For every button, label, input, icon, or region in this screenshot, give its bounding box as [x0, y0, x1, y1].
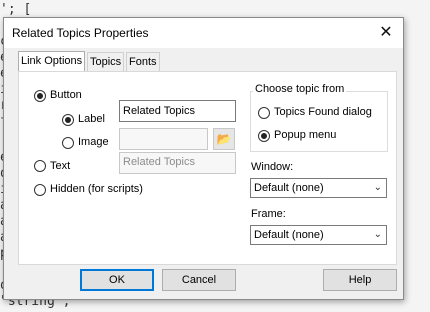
chevron-down-icon: ⌄: [373, 229, 382, 240]
frame-select-value: Default (none): [254, 229, 324, 241]
text-value-input[interactable]: Related Topics: [119, 152, 236, 174]
image-radio-label: Image: [78, 136, 109, 148]
tab-topics[interactable]: Topics: [87, 52, 125, 71]
popup-menu-label: Popup menu: [274, 129, 337, 141]
window-label: Window:: [251, 161, 294, 173]
topics-found-label: Topics Found dialog: [274, 106, 372, 118]
frame-select[interactable]: Default (none) ⌄: [250, 225, 387, 245]
tab-fonts[interactable]: Fonts: [126, 52, 160, 71]
cancel-button[interactable]: Cancel: [162, 269, 236, 291]
related-topics-dialog: Related Topics Properties ✕ Link Options…: [3, 17, 404, 300]
window-select[interactable]: Default (none) ⌄: [250, 178, 387, 198]
tab-link-options[interactable]: Link Options: [18, 51, 86, 72]
button-radio-label: Button: [50, 89, 82, 101]
image-radio[interactable]: [62, 137, 74, 149]
dialog-title: Related Topics Properties: [12, 26, 149, 40]
chevron-down-icon: ⌄: [373, 182, 382, 193]
folder-open-icon[interactable]: 📂: [213, 128, 235, 150]
title-bar: Related Topics Properties ✕: [4, 18, 403, 48]
hidden-radio-label: Hidden (for scripts): [50, 183, 143, 195]
code-line: '; [: [0, 2, 32, 17]
popup-menu-radio[interactable]: [258, 130, 270, 142]
link-options-panel: Button Label Related Topics Image 📂 Text…: [18, 71, 397, 265]
choose-topic-group: [250, 91, 388, 152]
hidden-radio[interactable]: [34, 184, 46, 196]
label-radio-label: Label: [78, 113, 105, 125]
close-icon[interactable]: ✕: [373, 21, 399, 45]
text-radio[interactable]: [34, 160, 46, 172]
frame-label: Frame:: [251, 208, 286, 220]
button-radio[interactable]: [34, 90, 46, 102]
text-radio-label: Text: [50, 160, 71, 172]
image-path-input[interactable]: [119, 128, 208, 150]
topics-found-radio[interactable]: [258, 107, 270, 119]
ok-button[interactable]: OK: [80, 269, 154, 291]
choose-topic-title: Choose topic from: [253, 83, 347, 95]
label-radio[interactable]: [62, 114, 74, 126]
label-text-input[interactable]: Related Topics: [119, 100, 236, 122]
help-button[interactable]: Help: [323, 269, 397, 291]
window-select-value: Default (none): [254, 182, 324, 194]
